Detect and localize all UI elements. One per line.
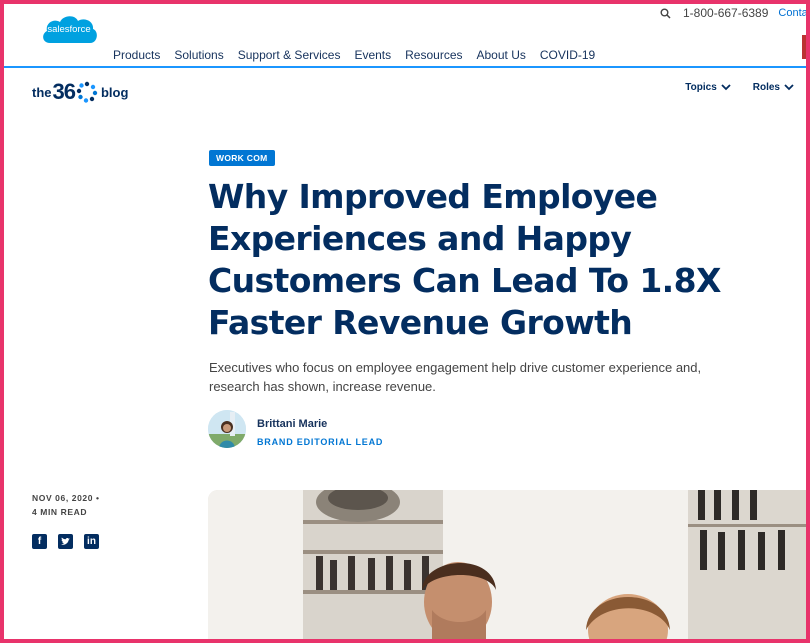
topics-label: Topics [685,82,717,93]
facebook-icon[interactable]: f [32,534,47,549]
scroll-indicator [802,35,806,59]
social-share: f in [32,534,99,549]
category-tag[interactable]: WORK COM [209,150,275,166]
nav-item-support[interactable]: Support & Services [238,48,341,62]
nav-item-solutions[interactable]: Solutions [174,48,223,62]
nav-item-resources[interactable]: Resources [405,48,462,62]
nav-item-about[interactable]: About Us [477,48,526,62]
nav-item-events[interactable]: Events [354,48,391,62]
author-name[interactable]: Brittani Marie [257,418,327,430]
nav-item-covid[interactable]: COVID-19 [540,48,595,62]
article-headline: Why Improved Employee Experiences and Ha… [208,177,721,342]
main-nav: Products Solutions Support & Services Ev… [113,48,595,62]
author-avatar[interactable] [208,410,246,448]
roles-dropdown[interactable]: Roles [753,82,794,93]
hero-image [208,490,806,639]
linkedin-icon[interactable]: in [84,534,99,549]
article-dek: Executives who focus on employee engagem… [209,360,702,394]
utility-bar: 1-800-667-6389 Contac [660,6,810,20]
roles-label: Roles [752,82,780,93]
blog-menu: Topics Roles [685,82,794,93]
nav-divider [4,66,806,68]
nav-item-products[interactable]: Products [113,48,160,62]
article-meta: NOV 06, 2020 • 4 MIN READ [32,491,100,519]
twitter-bird-glyph [61,537,70,545]
chevron-down-icon [784,84,794,91]
twitter-icon[interactable] [58,534,73,549]
hero-photo [208,490,806,639]
blog-logo-prefix: the [32,84,52,100]
contact-link[interactable]: Contac [778,7,810,19]
author-role: BRAND EDITORIAL LEAD [257,437,384,447]
read-time: 4 MIN READ [32,507,88,517]
phone-number[interactable]: 1-800-667-6389 [683,6,768,20]
chevron-down-icon [721,84,731,91]
search-icon[interactable] [660,8,671,19]
blog-logo-number: 36 [52,79,77,104]
publish-date: NOV 06, 2020 • [32,493,100,503]
dot-ring-icon [76,81,98,103]
salesforce-logo[interactable]: salesforce [40,13,98,51]
blog-logo[interactable]: the 36 blog [32,79,128,105]
author-portrait [208,410,246,448]
blog-logo-suffix: blog [100,84,129,100]
logo-text: salesforce [47,24,91,35]
topics-dropdown[interactable]: Topics [685,82,731,93]
